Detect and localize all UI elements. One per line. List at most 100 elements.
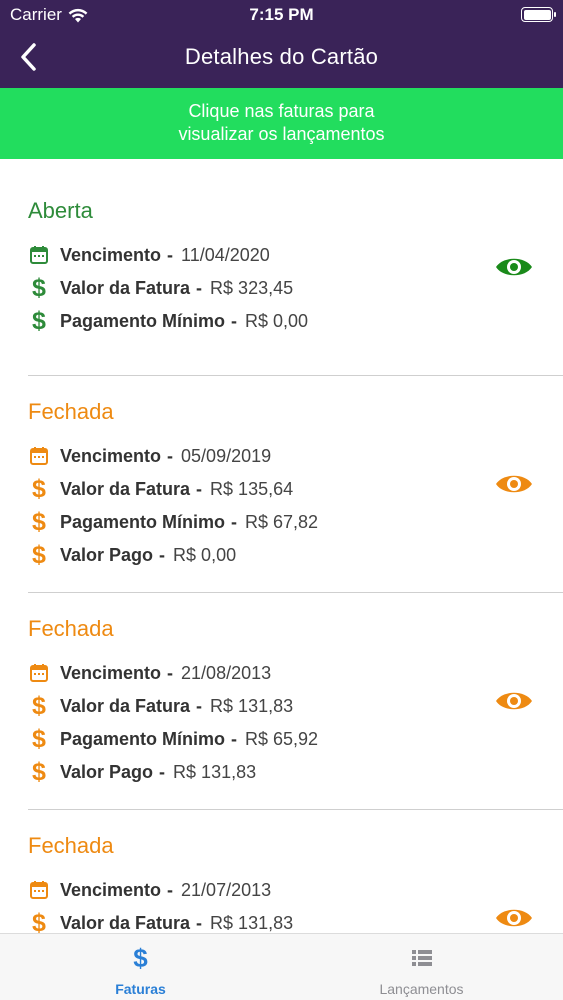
invoice-field-minimum-payment: $ Pagamento Mínimo - R$ 67,82	[28, 507, 318, 537]
list-icon	[281, 944, 562, 972]
tab-bar: $ Faturas Lançamentos	[0, 933, 563, 1000]
field-separator: -	[196, 478, 203, 499]
field-separator: -	[231, 511, 238, 532]
view-invoice-button[interactable]	[494, 252, 534, 282]
invoice-field-amount-paid: $ Valor Pago - R$ 131,83	[28, 757, 256, 787]
dollar-icon: $	[32, 909, 46, 934]
eye-icon	[496, 475, 532, 493]
battery-icon	[521, 7, 556, 22]
field-value: 21/07/2013	[181, 879, 272, 900]
field-label: Vencimento	[60, 662, 162, 683]
calendar-icon	[28, 243, 50, 267]
field-label: Vencimento	[60, 244, 162, 265]
field-label: Vencimento	[60, 879, 162, 900]
invoice-status: Fechada	[28, 399, 114, 424]
divider	[28, 809, 563, 810]
field-value: R$ 323,45	[210, 277, 294, 298]
divider	[28, 375, 563, 376]
field-separator: -	[159, 544, 166, 565]
dollar-icon: $	[32, 307, 46, 335]
dollar-icon: $	[32, 725, 46, 753]
field-label: Pagamento Mínimo	[60, 511, 226, 532]
calendar-icon	[28, 878, 50, 902]
field-value: R$ 131,83	[210, 912, 294, 933]
invoice-card[interactable]: Fechada Vencimento - 21/08/2013 $ Valor …	[28, 614, 563, 814]
field-separator: -	[159, 761, 166, 782]
field-label: Valor da Fatura	[60, 277, 191, 298]
field-label: Pagamento Mínimo	[60, 310, 226, 331]
field-value: R$ 0,00	[245, 310, 309, 331]
tab-label: Faturas	[115, 981, 166, 997]
field-separator: -	[196, 912, 203, 933]
field-label: Valor da Fatura	[60, 695, 191, 716]
invoice-field-amount: $ Valor da Fatura - R$ 135,64	[28, 474, 293, 504]
field-separator: -	[167, 445, 174, 466]
invoice-field-amount: $ Valor da Fatura - R$ 323,45	[28, 273, 293, 303]
invoice-field-amount-paid: $ Valor Pago - R$ 0,00	[28, 540, 236, 570]
field-separator: -	[231, 728, 238, 749]
field-separator: -	[167, 662, 174, 683]
invoice-status: Fechada	[28, 616, 114, 641]
field-separator: -	[167, 244, 174, 265]
field-separator: -	[196, 277, 203, 298]
field-value: R$ 65,92	[245, 728, 319, 749]
dollar-icon: $	[32, 475, 46, 503]
invoice-field-amount: $ Valor da Fatura - R$ 131,83	[28, 691, 293, 721]
field-value: R$ 135,64	[210, 478, 294, 499]
calendar-icon	[28, 444, 50, 468]
field-label: Valor Pago	[60, 544, 154, 565]
eye-icon	[496, 258, 532, 276]
view-invoice-button[interactable]	[494, 903, 534, 933]
calendar-icon	[28, 661, 50, 685]
field-value: R$ 0,00	[173, 544, 237, 565]
invoice-field-minimum-payment: $ Pagamento Mínimo - R$ 0,00	[28, 306, 308, 336]
dollar-icon: $	[32, 508, 46, 536]
banner-line-2: visualizar os lançamentos	[178, 124, 385, 144]
field-label: Valor Pago	[60, 761, 154, 782]
field-value: 11/04/2020	[181, 244, 270, 265]
invoice-field-due-date: Vencimento - 11/04/2020	[28, 240, 270, 270]
invoice-field-amount: $ Valor da Fatura - R$ 131,83	[28, 908, 294, 934]
dollar-icon: $	[32, 541, 46, 569]
field-value: 21/08/2013	[181, 662, 272, 683]
dollar-icon: $	[32, 758, 46, 786]
eye-icon	[496, 909, 532, 927]
invoice-card[interactable]: Aberta Vencimento - 11/04/2020 $ Valor d…	[28, 196, 563, 376]
invoice-card[interactable]: Fechada Vencimento - 21/07/2013 $ Valor …	[28, 831, 563, 933]
eye-icon	[496, 692, 532, 710]
tab-faturas[interactable]: $ Faturas	[0, 934, 281, 1000]
field-label: Valor da Fatura	[60, 912, 191, 933]
clock: 7:15 PM	[249, 5, 314, 24]
field-value: R$ 131,83	[173, 761, 257, 782]
status-bar: Carrier 7:15 PM	[0, 0, 563, 30]
field-label: Vencimento	[60, 445, 162, 466]
field-label: Valor da Fatura	[60, 478, 191, 499]
field-value: R$ 67,82	[245, 511, 319, 532]
banner-line-1: Clique nas faturas para	[188, 101, 375, 121]
field-label: Pagamento Mínimo	[60, 728, 226, 749]
invoice-card[interactable]: Fechada Vencimento - 05/09/2019 $ Valor …	[28, 397, 563, 597]
field-value: R$ 131,83	[210, 695, 294, 716]
field-value: 05/09/2019	[181, 445, 272, 466]
dollar-icon: $	[32, 692, 46, 720]
invoice-status: Fechada	[28, 833, 114, 858]
field-separator: -	[231, 310, 238, 331]
tab-lancamentos[interactable]: Lançamentos	[281, 934, 562, 1000]
invoice-field-due-date: Vencimento - 05/09/2019	[28, 441, 271, 471]
header: Carrier 7:15 PM Detalhes do Cartão	[0, 0, 563, 88]
invoice-field-due-date: Vencimento - 21/08/2013	[28, 658, 271, 688]
view-invoice-button[interactable]	[494, 686, 534, 716]
view-invoice-button[interactable]	[494, 469, 534, 499]
field-separator: -	[167, 879, 174, 900]
info-banner: Clique nas faturas para visualizar os la…	[0, 88, 563, 159]
invoice-list[interactable]: Aberta Vencimento - 11/04/2020 $ Valor d…	[0, 159, 563, 933]
dollar-icon: $	[133, 943, 148, 973]
dollar-icon: $	[32, 274, 46, 302]
invoice-status: Aberta	[28, 198, 93, 223]
tab-label: Lançamentos	[379, 981, 464, 997]
invoice-field-due-date: Vencimento - 21/07/2013	[28, 875, 271, 905]
invoice-field-minimum-payment: $ Pagamento Mínimo - R$ 65,92	[28, 724, 318, 754]
divider	[28, 592, 563, 593]
page-title: Detalhes do Cartão	[184, 44, 379, 69]
field-separator: -	[196, 695, 203, 716]
